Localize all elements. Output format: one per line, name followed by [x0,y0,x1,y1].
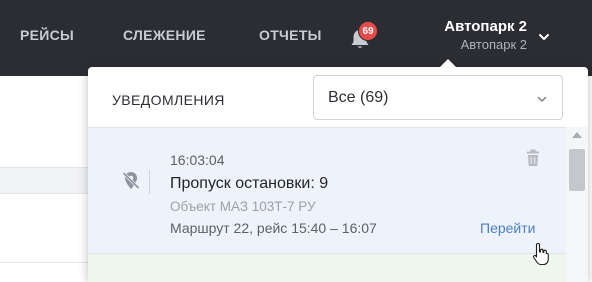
notification-item: 16:03:04 Пропуск остановки: 9 Объект МАЗ… [88,127,566,253]
scrollbar-thumb[interactable] [569,149,585,191]
notification-time: 16:03:04 [170,152,225,168]
top-navigation-bar: РЕЙСЫ СЛЕЖЕНИЕ ОТЧЕТЫ 69 Автопарк 2 Авто… [0,0,592,76]
notification-title: Пропуск остановки: 9 [170,175,329,192]
filter-selected-value: Все (69) [328,89,389,106]
trash-icon[interactable] [525,149,541,167]
nav-item-tracking[interactable]: СЛЕЖЕНИЕ [123,27,206,43]
table-header-stripe [0,168,88,194]
go-to-link[interactable]: Перейти [480,220,535,236]
account-name: Автопарк 2 [444,18,527,35]
location-off-icon [120,170,142,192]
notification-count-badge: 69 [358,21,378,41]
nav-item-trips[interactable]: РЕЙСЫ [20,27,74,43]
scroll-up-arrow[interactable] [572,132,582,138]
account-switcher[interactable]: Автопарк 2 Автопарк 2 [444,17,527,53]
account-subtitle: Автопарк 2 [460,37,527,52]
divider [149,170,150,194]
divider [0,262,88,263]
chevron-down-icon [536,92,548,104]
hand-cursor-icon [532,242,550,266]
notification-route: Маршрут 22, рейс 15:40 – 16:07 [170,220,377,236]
nav-item-reports[interactable]: ОТЧЕТЫ [259,27,322,43]
notification-filter-select[interactable]: Все (69) [313,75,563,120]
popup-title: УВЕДОМЛЕНИЯ [112,92,225,108]
notification-item [88,253,566,282]
popup-arrow [439,59,457,68]
notifications-list: 16:03:04 Пропуск остановки: 9 Объект МАЗ… [88,127,588,282]
notifications-popup: УВЕДОМЛЕНИЯ Все (69) 16:03:04 Пропуск ос… [88,59,588,282]
notification-object: Объект МАЗ 103Т-7 РУ [170,199,316,214]
chevron-down-icon[interactable] [537,30,551,44]
scrollbar[interactable] [566,127,588,282]
